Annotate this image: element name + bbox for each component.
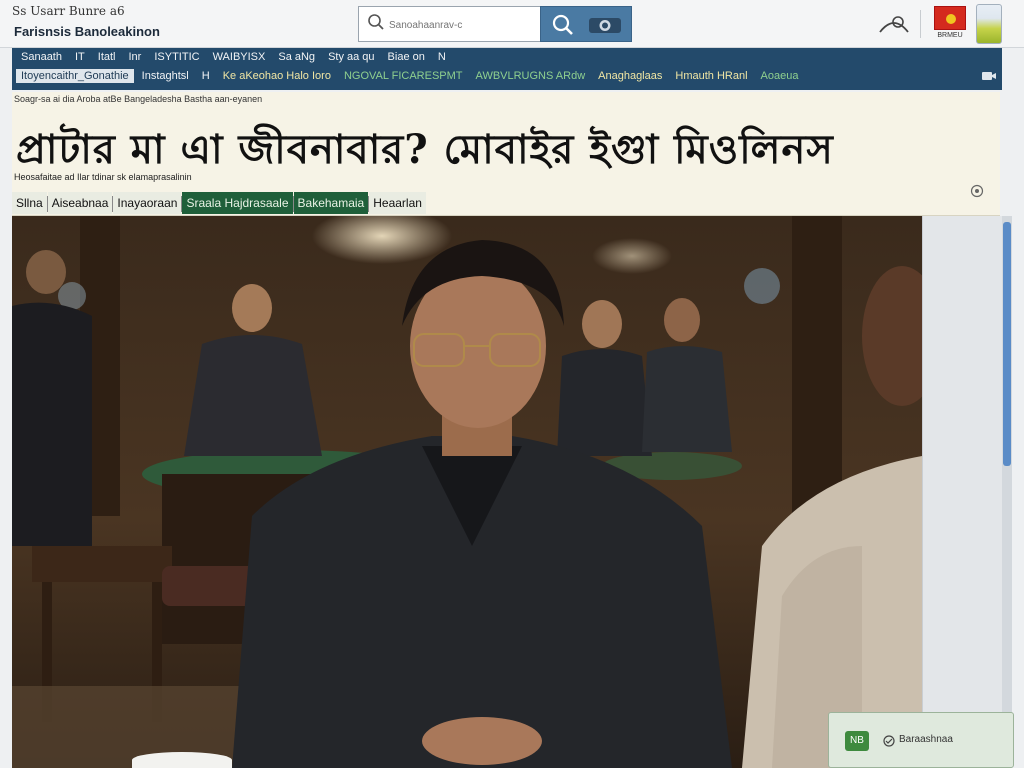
article-tag[interactable]: Bakehamaia [293,192,369,214]
article-tag[interactable]: Aiseabnaa [47,192,113,214]
nav-item[interactable]: WAIBYISX [208,50,271,64]
nav-item[interactable]: Instaghtsl [137,69,194,83]
site-name[interactable]: Farisnsis Banoleakinon [14,24,160,39]
nav-item[interactable]: NGOVAL FICARESPMT [339,69,468,83]
app-tile-icon[interactable] [976,4,1002,44]
nav-item[interactable]: Itatl [93,50,121,64]
breadcrumb[interactable]: Soagr-sa ai dia Aroba atBe Bangeladesha … [14,94,262,104]
notification-card[interactable]: NB Baraashnaa [828,712,1014,768]
nav-item[interactable]: Sty aa qu [323,50,379,64]
nav-item[interactable]: Hmauth HRanl [670,69,752,83]
search-button[interactable] [540,6,632,42]
nav-item[interactable]: Sa aNg [273,50,320,64]
photo-scene [12,216,922,768]
nav-item[interactable]: ISYTITIC [149,50,204,64]
main-navigation: Sanaath IT Itatl Inr ISYTITIC WAIBYISX Sa aNg S… [12,48,1002,90]
header-divider [920,10,921,38]
check-icon [883,735,895,747]
scrollbar-thumb[interactable] [1003,222,1011,466]
nav-item[interactable]: Itoyencaithr_Gonathie [16,69,134,83]
site-tagline: Ss Usarr Bunre a6 [12,4,125,18]
article-byline: Heosafaitae ad Ilar tdinar sk elamaprasa… [14,172,192,182]
search-button-icon [552,14,573,35]
nav-item[interactable]: Aoaeua [756,69,804,83]
article-photo[interactable] [12,216,922,768]
nav-item[interactable]: H [197,69,215,83]
nav-item[interactable]: IT [70,50,90,64]
article-tag[interactable]: Inayaoraan [113,192,182,214]
coffee-cup [132,752,232,768]
badge-label: BRMEU [937,32,963,39]
top-header: Ss Usarr Bunre a6 Farisnsis Banoleakinon… [0,0,1024,48]
info-icon[interactable] [970,184,984,198]
nav-row-secondary: Itoyencaithr_Gonathie Instaghtsl H Ke aKeoh… [16,69,976,87]
nav-item[interactable]: Ke aKeohao Halo Ioro [218,69,336,83]
user-icon[interactable] [876,12,912,36]
article-header: Soagr-sa ai dia Aroba atBe Bangeladesha … [12,92,1000,216]
article-tag[interactable]: Sllna [12,192,47,214]
nav-item[interactable]: Inr [124,50,147,64]
search-icon [368,14,384,30]
flag-icon [934,6,966,30]
flag-badge[interactable]: BRMEU [934,6,966,42]
side-panel [922,216,1004,768]
tag-row: Sllna Aiseabnaa Inayaoraan Sraala Hajdrasaa… [12,192,426,214]
article-tag[interactable]: Heaarlan [369,192,426,214]
nav-item[interactable]: Anaghaglaas [593,69,667,83]
nav-item[interactable]: AWBVLRUGNS ARdw [471,69,591,83]
video-camera-icon[interactable] [982,70,996,82]
camera-icon[interactable] [587,15,623,35]
notification-text: Baraashnaa [899,734,953,745]
search-input[interactable] [389,15,535,35]
nav-item[interactable]: N [433,50,451,64]
nav-row-primary: Sanaath IT Itatl Inr ISYTITIC WAIBYISX Sa aNg S… [16,50,996,68]
article-tag[interactable]: Sraala Hajdrasaale [182,192,293,214]
notification-badge: NB [845,731,869,751]
nav-item[interactable]: Sanaath [16,50,67,64]
search-box[interactable] [358,6,542,42]
nav-item[interactable]: Biae on [383,50,430,64]
